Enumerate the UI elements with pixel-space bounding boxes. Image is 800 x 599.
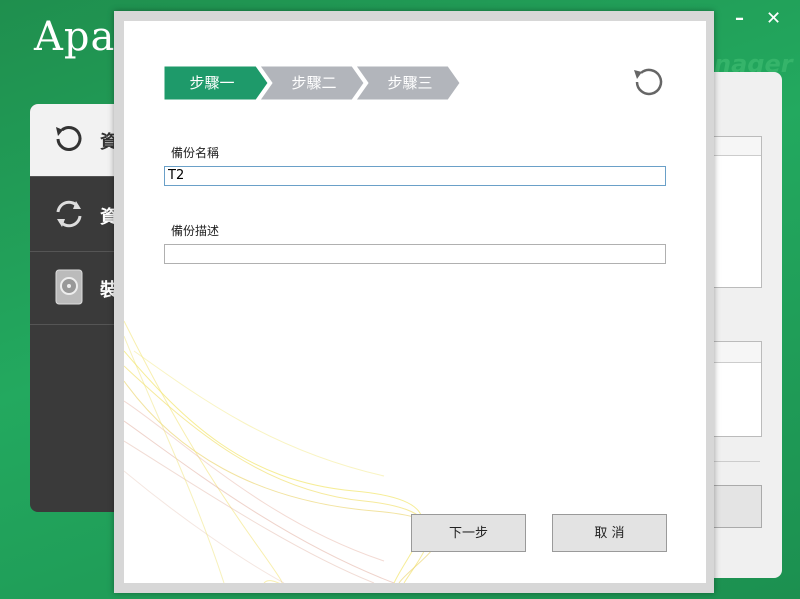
minimize-button[interactable]: – xyxy=(735,8,744,29)
backup-name-label: 備份名稱 xyxy=(171,146,220,160)
cancel-button[interactable]: 取 消 xyxy=(552,514,667,552)
step-label: 步驟二 xyxy=(291,74,337,92)
step-2: 步驟二 xyxy=(260,66,366,100)
step-label: 步驟一 xyxy=(189,74,235,92)
backup-description-label: 備份描述 xyxy=(171,224,220,238)
backup-icon xyxy=(56,126,82,151)
step-label: 步驟三 xyxy=(387,74,433,92)
step-3: 步驟三 xyxy=(356,66,462,100)
step-1: 步驟一 xyxy=(164,66,270,100)
panel-action-button[interactable]: 定 xyxy=(704,485,762,528)
backup-name-input[interactable] xyxy=(164,166,666,186)
drive-icon xyxy=(55,269,83,305)
close-window-button[interactable]: ✕ xyxy=(766,8,781,29)
backup-wizard-dialog: 步驟一 步驟二 步驟三 備份名稱 備份描述 下一步 取 消 xyxy=(114,11,714,593)
next-button[interactable]: 下一步 xyxy=(411,514,526,552)
dialog-body: 步驟一 步驟二 步驟三 備份名稱 備份描述 下一步 取 消 xyxy=(124,21,706,583)
refresh-icon[interactable] xyxy=(630,63,668,101)
backup-description-input[interactable] xyxy=(164,244,666,264)
divider xyxy=(710,461,760,462)
list-panel-top xyxy=(710,136,762,288)
sync-icon xyxy=(56,200,82,228)
list-panel-bottom xyxy=(710,341,762,437)
decorative-wave-graphic xyxy=(124,320,440,583)
